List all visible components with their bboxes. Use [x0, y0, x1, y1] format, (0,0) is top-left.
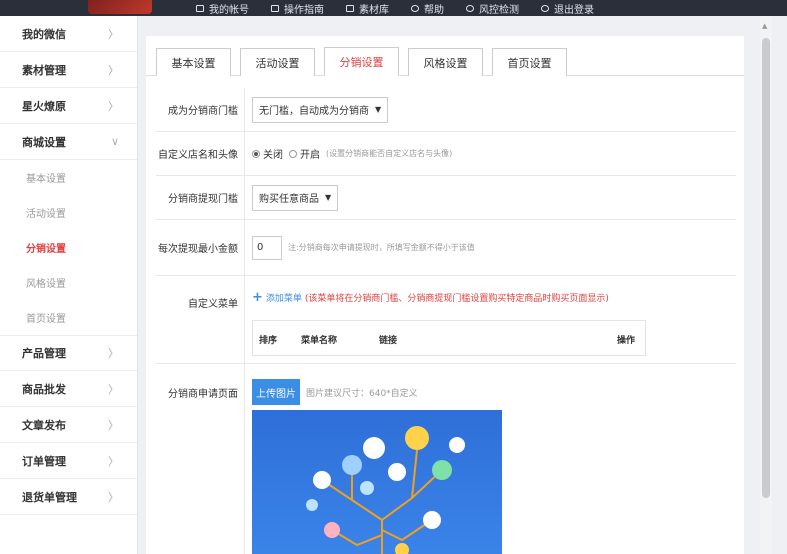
custom-menu-label: 自定义菜单 [188, 298, 238, 310]
add-menu-link[interactable]: + 添加菜单 (该菜单将在分销商门槛、分销商提现门槛设置购买特定商品时购买页面显… [252, 290, 609, 305]
row-min-amount: 每次提现最小金额 注:分销商每次申请提现时，所填写金额不得小于该值 [156, 220, 736, 276]
sidebar-sub-activity[interactable]: 活动设置 [0, 195, 137, 230]
network-tree-illustration [306, 426, 465, 554]
shield-icon [466, 4, 474, 12]
min-amount-input[interactable] [252, 235, 282, 260]
col-link: 链接 [379, 336, 398, 346]
sidebar-item-mall-settings[interactable]: 商城设置 ∨ [0, 124, 137, 160]
threshold-select[interactable]: 无门槛，自动成为分销商 ▼ [252, 96, 389, 123]
row-custom-menu: 自定义菜单 + 添加菜单 (该菜单将在分销商门槛、分销商提现门槛设置购买特定商品… [156, 276, 736, 364]
col-menu-name: 菜单名称 [301, 336, 338, 346]
upload-hint: 图片建议尺寸：640*自定义 [306, 388, 418, 399]
tab-basic[interactable]: 基本设置 [156, 48, 231, 76]
book-icon [271, 4, 279, 12]
tab-distribution[interactable]: 分销设置 [324, 47, 399, 76]
caret-down-icon: ▼ [325, 193, 332, 202]
custom-store-label: 自定义店名和头像 [158, 150, 238, 161]
tab-style[interactable]: 风格设置 [408, 48, 483, 76]
apply-page-preview-image [252, 410, 502, 554]
nav-library[interactable]: 素材库 [346, 1, 389, 16]
chevron-right-icon: 〉 [108, 490, 119, 504]
sidebar-item-wholesale[interactable]: 商品批发〉 [0, 371, 137, 407]
menu-table-header: 排序 菜单名称 链接 操作 [252, 320, 646, 356]
sidebar-item-my-wechat[interactable]: 我的微信〉 [0, 16, 137, 52]
row-threshold: 成为分销商门槛 无门槛，自动成为分销商 ▼ [156, 88, 736, 132]
custom-store-hint: (设置分销商能否自定义店名与头像) [326, 149, 453, 158]
sidebar-sub-style[interactable]: 风格设置 [0, 265, 137, 300]
chevron-right-icon: 〉 [108, 99, 119, 113]
scroll-up-icon[interactable]: ▲ [762, 22, 767, 30]
min-amount-label: 每次提现最小金额 [158, 244, 238, 255]
tab-activity[interactable]: 活动设置 [240, 48, 315, 76]
settings-tabs: 基本设置 活动设置 分销设置 风格设置 首页设置 [146, 36, 744, 76]
scrollbar-thumb[interactable] [762, 38, 770, 498]
folder-icon [346, 4, 354, 12]
sidebar-item-returns[interactable]: 退货单管理〉 [0, 479, 137, 515]
row-apply-page: 分销商申请页面 上传图片 图片建议尺寸：640*自定义 [156, 364, 736, 554]
settings-panel: 基本设置 活动设置 分销设置 风格设置 首页设置 成为分销商门槛 无门槛，自动成… [146, 36, 744, 554]
chevron-down-icon: ∨ [110, 135, 119, 148]
logout-icon [541, 4, 549, 12]
page-scrollbar[interactable]: ▲ [760, 16, 772, 554]
sidebar-item-articles[interactable]: 文章发布〉 [0, 407, 137, 443]
min-amount-hint: 注:分销商每次申请提现时，所填写金额不得小于该值 [288, 243, 475, 252]
user-icon [196, 4, 204, 12]
upload-image-button[interactable]: 上传图片 [252, 379, 300, 405]
chevron-right-icon: 〉 [108, 27, 119, 41]
apply-page-label: 分销商申请页面 [168, 388, 238, 400]
chevron-right-icon: 〉 [108, 454, 119, 468]
threshold-label: 成为分销商门槛 [168, 106, 238, 117]
chevron-right-icon: 〉 [108, 382, 119, 396]
plus-icon: + [252, 290, 263, 305]
top-nav: 我的帐号 操作指南 素材库 帮助 风控检测 退出登录 [196, 0, 594, 16]
nav-risk-check[interactable]: 风控检测 [466, 1, 519, 16]
sidebar-sub-basic[interactable]: 基本设置 [0, 160, 137, 195]
radio-unchecked-icon [289, 149, 297, 158]
radio-off[interactable]: 关闭 [252, 146, 283, 161]
caret-down-icon: ▼ [375, 105, 382, 114]
radio-checked-icon [252, 149, 260, 158]
custom-menu-warning: (该菜单将在分销商门槛、分销商提现门槛设置购买特定商品时购买页面显示) [304, 294, 609, 304]
row-custom-store: 自定义店名和头像 关闭 开启 (设置分销商能否自定义店名与头像) [156, 132, 736, 176]
nav-logout[interactable]: 退出登录 [541, 1, 594, 16]
top-bar: 我的帐号 操作指南 素材库 帮助 风控检测 退出登录 [0, 0, 787, 16]
withdraw-select[interactable]: 购买任意商品 ▼ [252, 184, 339, 211]
chevron-right-icon: 〉 [108, 418, 119, 432]
sidebar: 我的微信〉 素材管理〉 星火燎原〉 商城设置 ∨ 基本设置 活动设置 分销设置 风… [0, 16, 138, 554]
col-sort: 排序 [259, 336, 278, 346]
tab-homepage[interactable]: 首页设置 [492, 48, 567, 76]
withdraw-label: 分销商提现门槛 [168, 194, 238, 205]
nav-guide[interactable]: 操作指南 [271, 1, 324, 16]
nav-help[interactable]: 帮助 [411, 1, 444, 16]
row-withdraw: 分销商提现门槛 购买任意商品 ▼ [156, 176, 736, 220]
brand-logo [88, 0, 152, 14]
sidebar-item-orders[interactable]: 订单管理〉 [0, 443, 137, 479]
nav-my-account[interactable]: 我的帐号 [196, 1, 249, 16]
sidebar-item-spark[interactable]: 星火燎原〉 [0, 88, 137, 124]
chevron-right-icon: 〉 [108, 63, 119, 77]
sidebar-item-material[interactable]: 素材管理〉 [0, 52, 137, 88]
col-actions: 操作 [617, 336, 636, 346]
help-icon [411, 4, 419, 12]
radio-on[interactable]: 开启 [289, 146, 320, 161]
sidebar-sub-homepage[interactable]: 首页设置 [0, 300, 137, 335]
sidebar-sub-distribution[interactable]: 分销设置 [0, 230, 137, 265]
chevron-right-icon: 〉 [108, 347, 119, 360]
sidebar-item-products[interactable]: 产品管理〉 [0, 335, 137, 371]
